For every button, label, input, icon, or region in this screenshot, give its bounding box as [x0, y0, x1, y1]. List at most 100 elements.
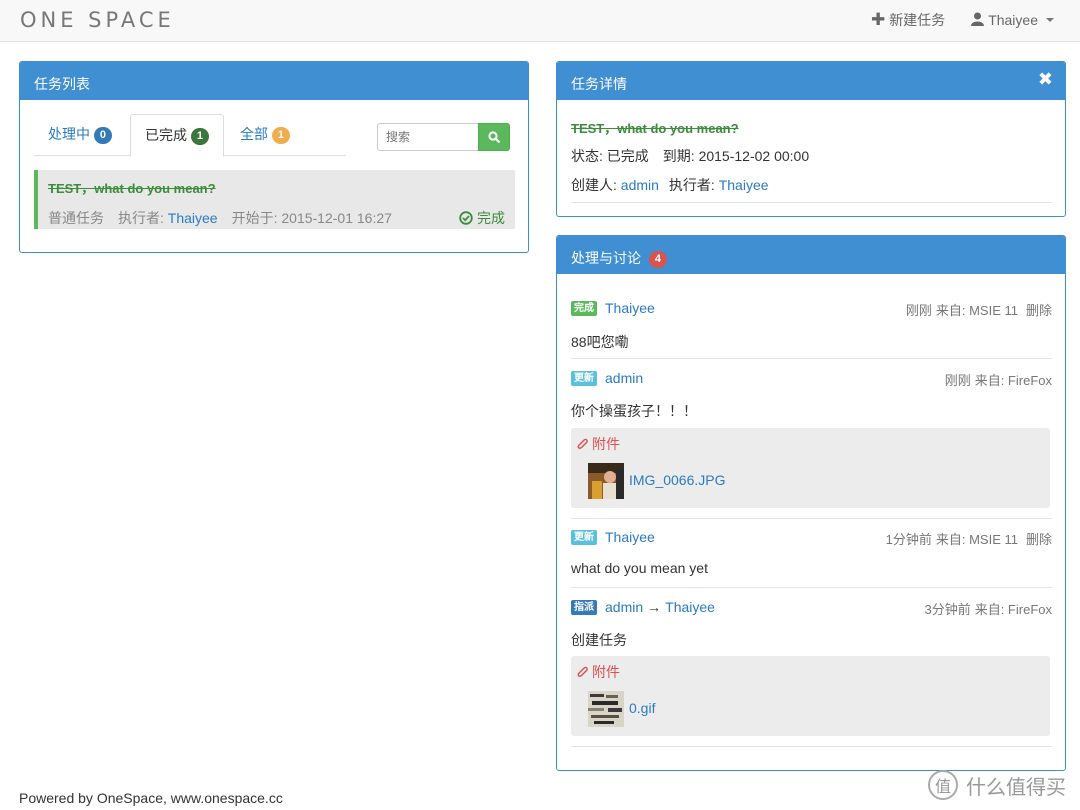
task-status: 完成	[459, 208, 505, 228]
comment-target-user-link[interactable]: Thaiyee	[665, 599, 715, 615]
task-list-item[interactable]: TEST，what do you mean? 普通任务 执行者: Thaiyee…	[34, 170, 515, 229]
attachment-header: 附件	[577, 434, 620, 454]
tab-completed[interactable]: 已完成 1	[130, 114, 224, 157]
action-badge: 完成	[571, 300, 597, 316]
task-detail-panel: 任务详情 ✖ TEST，what do you mean? 状态: 已完成 到期…	[556, 61, 1066, 217]
tab-label: 处理中	[48, 126, 90, 142]
attachment-label: 附件	[592, 664, 620, 680]
attachment-thumbnail[interactable]	[588, 463, 624, 499]
comment-count-badge: 4	[648, 250, 667, 268]
panel-title: 处理与讨论	[571, 250, 641, 266]
panel-title: 任务列表	[34, 76, 90, 92]
status-value: 已完成	[606, 148, 649, 164]
comment-time: 1分钟前	[885, 532, 932, 547]
assignee-label: 执行者:	[118, 210, 164, 226]
start-value: 2015-12-01 16:27	[281, 210, 392, 226]
comment-user-link[interactable]: admin	[605, 599, 643, 615]
comment-item: 指派 admin → Thaiyee 3分钟前 来自: FireFox 创建任务…	[571, 597, 1052, 747]
assignee-field: 执行者: Thaiyee	[669, 175, 769, 195]
assignee-link[interactable]: Thaiyee	[719, 177, 769, 193]
new-task-link[interactable]: ✚ 新建任务	[871, 10, 945, 30]
detail-status-row: 状态: 已完成 到期: 2015-12-02 00:00	[571, 146, 809, 166]
delete-link[interactable]: 删除	[1026, 529, 1052, 548]
count-badge: 1	[190, 127, 209, 145]
brand-logo[interactable]: ONE SPACE	[20, 8, 175, 32]
task-list-panel: 任务列表 处理中 0 已完成 1 全部 1 TEST，what do you m…	[19, 61, 529, 253]
attachment-link[interactable]: 0.gif	[629, 700, 655, 716]
comment-text: what do you mean yet	[571, 560, 708, 576]
comment-source: 来自: MSIE 11	[935, 303, 1018, 318]
comment-time: 刚刚	[944, 373, 971, 388]
comment-text: 创建任务	[571, 632, 627, 648]
search-box	[377, 123, 511, 151]
panel-header: 任务列表	[20, 62, 528, 100]
creator-link[interactable]: admin	[621, 177, 659, 193]
attachment-thumbnail[interactable]	[588, 691, 624, 727]
paperclip-icon	[577, 438, 588, 449]
attachment-box: 附件 0.gif	[571, 656, 1050, 736]
tab-in-progress[interactable]: 处理中 0	[34, 114, 126, 156]
divider	[571, 202, 1052, 203]
action-badge: 更新	[571, 529, 597, 545]
panel-title: 任务详情	[571, 76, 627, 92]
comment-meta: 1分钟前 来自: MSIE 11 删除	[886, 529, 1052, 548]
creator-label: 创建人:	[571, 177, 617, 193]
comment-user-link[interactable]: Thaiyee	[605, 529, 655, 545]
count-badge: 0	[93, 126, 112, 144]
search-input[interactable]	[377, 123, 479, 151]
watermark-text: 什么值得买	[966, 776, 1066, 799]
count-badge: 1	[271, 126, 290, 144]
creator-field: 创建人: admin	[571, 175, 659, 195]
panel-header: 任务详情 ✖	[557, 62, 1065, 100]
action-badge: 指派	[571, 599, 597, 615]
attachment-header: 附件	[577, 662, 620, 682]
new-task-label: 新建任务	[889, 12, 946, 28]
comment-user-link[interactable]: Thaiyee	[605, 300, 655, 316]
task-type: 普通任务	[48, 210, 104, 226]
due-value: 2015-12-02 00:00	[698, 148, 810, 164]
comment-meta: 刚刚 来自: MSIE 11 删除	[906, 300, 1052, 319]
close-icon[interactable]: ✖	[1038, 69, 1053, 90]
paperclip-icon	[577, 666, 588, 677]
task-title[interactable]: TEST，what do you mean?	[48, 178, 216, 197]
assignee-link[interactable]: Thaiyee	[168, 210, 218, 226]
comment-header: 更新 admin 刚刚 来自: FireFox	[571, 368, 1052, 388]
comment-header: 更新 Thaiyee 1分钟前 来自: MSIE 11 删除	[571, 527, 1052, 547]
comment-source: 来自: FireFox	[974, 373, 1052, 388]
check-circle-icon	[459, 211, 473, 225]
tab-all[interactable]: 全部 1	[226, 114, 304, 156]
task-tabs: 处理中 0 已完成 1 全部 1	[34, 114, 346, 157]
assignee-label: 执行者:	[668, 177, 715, 193]
tab-label: 全部	[240, 126, 268, 142]
comment-text: 你个操蛋孩子！！！	[571, 403, 697, 419]
search-icon	[487, 130, 500, 143]
comment-item: 更新 Thaiyee 1分钟前 来自: MSIE 11 删除 what do y…	[571, 527, 1052, 588]
comment-time: 3分钟前	[924, 602, 971, 617]
attachment-link[interactable]: IMG_0066.JPG	[629, 472, 726, 488]
status-label: 状态:	[571, 148, 603, 164]
comment-source: 来自: MSIE 11	[935, 532, 1018, 547]
user-icon	[971, 12, 985, 29]
comment-user-link[interactable]: admin	[605, 370, 643, 386]
task-meta: 普通任务 执行者: Thaiyee 开始于: 2015-12-01 16:27	[48, 208, 392, 228]
panel-header: 处理与讨论 4	[557, 236, 1065, 274]
status-label: 完成	[477, 210, 505, 226]
delete-link[interactable]: 删除	[1026, 300, 1052, 319]
search-button[interactable]	[478, 123, 510, 151]
comment-item: 完成 Thaiyee 刚刚 来自: MSIE 11 删除 88吧您嘞	[571, 298, 1052, 359]
comment-item: 更新 admin 刚刚 来自: FireFox 你个操蛋孩子！！！ 附件 IMG…	[571, 368, 1052, 519]
user-name: Thaiyee	[988, 12, 1038, 28]
comment-text: 88吧您嘞	[571, 334, 629, 350]
attachment-box: 附件 IMG_0066.JPG	[571, 428, 1050, 508]
user-menu[interactable]: Thaiyee	[971, 10, 1054, 30]
watermark: 值 什么值得买	[928, 770, 1066, 800]
comment-meta: 3分钟前 来自: FireFox	[924, 599, 1052, 618]
comment-header: 完成 Thaiyee 刚刚 来自: MSIE 11 删除	[571, 298, 1052, 318]
arrow-right-icon: →	[647, 599, 662, 615]
attachment-label: 附件	[592, 436, 620, 452]
comment-meta: 刚刚 来自: FireFox	[945, 370, 1052, 389]
footer-text: Powered by OneSpace, www.onespace.cc	[19, 790, 283, 806]
detail-people-row: 创建人: admin 执行者: Thaiyee	[571, 175, 769, 195]
discussion-panel: 处理与讨论 4 完成 Thaiyee 刚刚 来自: MSIE 11 删除 88吧…	[556, 235, 1066, 771]
comment-time: 刚刚	[905, 303, 932, 318]
